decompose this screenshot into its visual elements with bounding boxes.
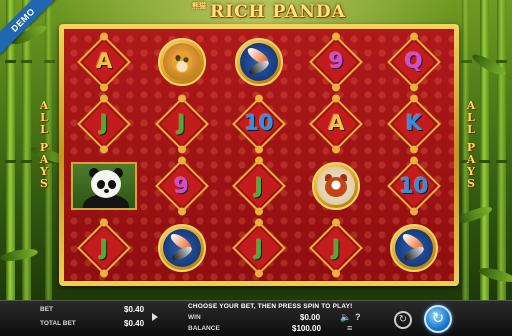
reel-1: A J J xyxy=(67,32,141,278)
reel-4: 9 A J xyxy=(299,32,373,278)
reel-cell: J xyxy=(222,219,296,278)
reel-cell xyxy=(222,32,296,91)
reel-cell: 10 xyxy=(377,157,451,216)
reel-cell: J xyxy=(67,219,141,278)
win-label: WIN xyxy=(188,314,201,321)
all-pays-left-label: ALL PAYS xyxy=(37,100,51,190)
all-pays-letter: L xyxy=(40,123,48,136)
reel-5: Q K 10 xyxy=(377,32,451,278)
logo-title: RICH PANDA xyxy=(210,2,346,22)
reel-cell: J xyxy=(222,157,296,216)
red-panda-symbol xyxy=(312,162,361,211)
koi-symbol xyxy=(157,224,206,273)
reel-frame: A J J J 9 10 J J 9 A J Q K 10 xyxy=(59,24,459,286)
card-symbol-j: J xyxy=(332,235,341,260)
card-symbol-9: 9 xyxy=(174,173,189,198)
card-symbol-j: J xyxy=(100,235,109,260)
card-symbol-a: A xyxy=(96,49,113,74)
total-bet-value: $0.40 xyxy=(124,319,145,328)
balance-label: BALANCE xyxy=(188,325,220,332)
card-symbol-a: A xyxy=(328,111,345,136)
reel-cell: Q xyxy=(377,32,451,91)
help-icon[interactable]: ? xyxy=(355,312,361,322)
reel-cell: 9 xyxy=(299,32,373,91)
hamburger-icon[interactable]: ≡ xyxy=(347,323,352,333)
reel-cell xyxy=(67,157,141,216)
reel-3: 10 J J xyxy=(222,32,296,278)
speaker-icon[interactable]: 🔈 xyxy=(340,312,351,322)
card-symbol-j: J xyxy=(100,111,109,136)
reel-2: J9 xyxy=(144,32,218,278)
bet-increase-arrow-icon[interactable] xyxy=(152,313,158,321)
reel-cell: A xyxy=(67,32,141,91)
reel-cell: 10 xyxy=(222,94,296,153)
reel-grid: A J J J 9 10 J J 9 A J Q K 10 xyxy=(64,29,454,281)
card-symbol-10: 10 xyxy=(244,111,274,136)
bet-value[interactable]: $0.40 xyxy=(124,305,144,314)
reel-cell: 9 xyxy=(144,157,218,216)
card-symbol-j: J xyxy=(255,235,263,260)
spin-button[interactable]: ↻ xyxy=(424,305,452,333)
reel-cell: K xyxy=(377,94,451,153)
card-symbol-10: 10 xyxy=(399,173,429,198)
card-symbol-k: K xyxy=(405,111,422,136)
reel-cell: J xyxy=(144,94,218,153)
reel-cell: J xyxy=(67,94,141,153)
reel-cell xyxy=(144,219,218,278)
balance-value: $100.00 xyxy=(292,324,321,333)
win-value: $0.00 xyxy=(300,313,321,322)
leopard-symbol xyxy=(157,37,206,86)
reel-cell: A xyxy=(299,94,373,153)
bet-label: BET xyxy=(40,306,53,313)
koi-symbol xyxy=(389,224,438,273)
logo-chinese-text: 熊猫 xyxy=(192,3,206,10)
spin-icon: ↻ xyxy=(431,310,445,327)
card-symbol-j: J xyxy=(255,173,263,198)
panda-wild-symbol xyxy=(71,162,138,211)
autoplay-button[interactable]: ↻ xyxy=(394,311,412,329)
game-logo: 熊猫 RICH PANDA xyxy=(0,0,512,26)
reel-cell xyxy=(144,32,218,91)
koi-symbol xyxy=(235,37,284,86)
total-bet-label: TOTAL BET xyxy=(40,320,76,327)
card-symbol-j: J xyxy=(177,111,186,136)
card-symbol-q: Q xyxy=(404,49,423,74)
status-message: CHOOSE YOUR BET, THEN PRESS SPIN TO PLAY… xyxy=(188,303,353,310)
reel-cell xyxy=(377,219,451,278)
all-pays-letter: L xyxy=(467,123,475,136)
all-pays-letter: S xyxy=(467,177,475,190)
autoplay-icon: ↻ xyxy=(398,314,408,325)
all-pays-letter: S xyxy=(40,177,48,190)
reel-cell: J xyxy=(299,219,373,278)
card-symbol-9: 9 xyxy=(329,49,344,74)
reel-cell xyxy=(299,157,373,216)
control-bar: BET $0.40 TOTAL BET $0.40 CHOOSE YOUR BE… xyxy=(0,300,512,336)
all-pays-right-label: ALL PAYS xyxy=(464,100,478,190)
